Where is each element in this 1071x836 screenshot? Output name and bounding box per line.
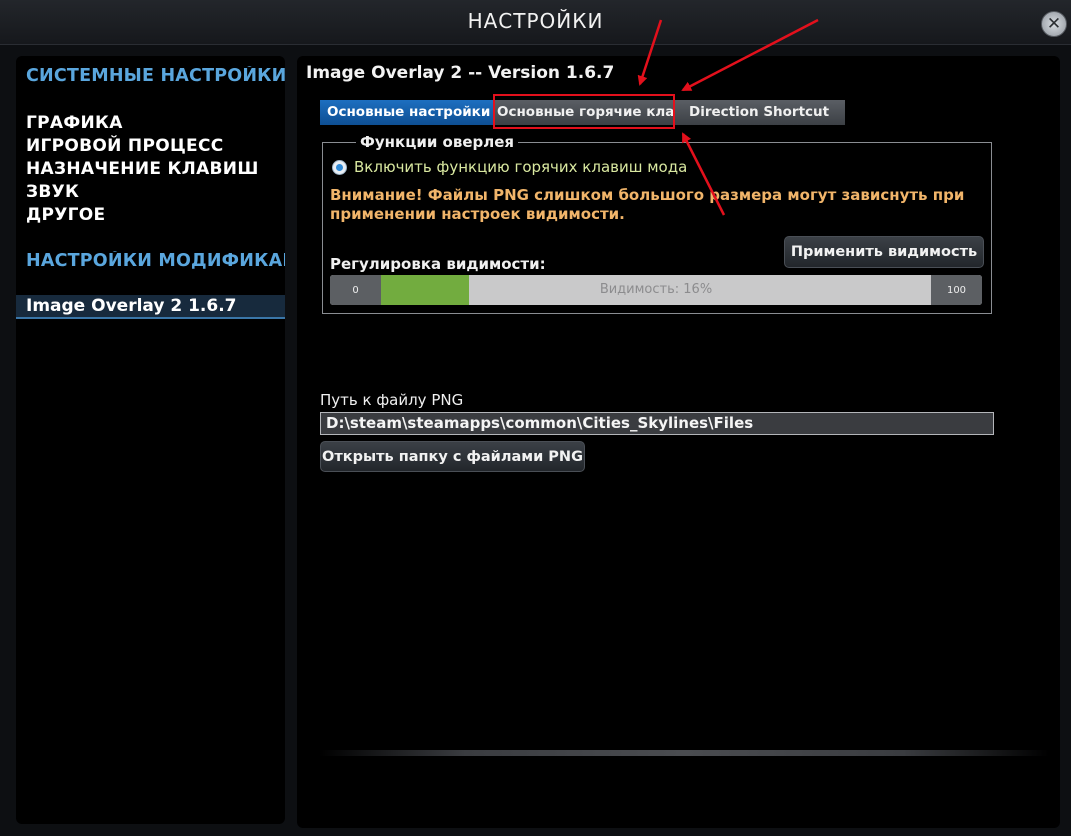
divider bbox=[319, 750, 1049, 756]
png-path-label: Путь к файлу PNG bbox=[320, 391, 464, 409]
overlay-functions-group: Функции оверлея Включить функцию горячих… bbox=[322, 133, 992, 314]
sidebar-header-mods[interactable]: НАСТРОЙКИ МОДИФИКАЦИЙ bbox=[26, 251, 285, 271]
slider-track[interactable]: Видимость: 16% bbox=[381, 275, 931, 305]
title-bar: НАСТРОЙКИ ✕ bbox=[0, 0, 1071, 45]
png-path-input[interactable]: D:\steam\steamapps\common\Cities_Skyline… bbox=[320, 412, 994, 435]
visibility-slider[interactable]: 0 Видимость: 16% 100 bbox=[330, 275, 982, 305]
visibility-label: Регулировка видимости: bbox=[330, 255, 546, 273]
sidebar-item-keymapping[interactable]: НАЗНАЧЕНИЕ КЛАВИШ bbox=[26, 159, 259, 179]
apply-visibility-button[interactable]: Применить видимость bbox=[784, 236, 984, 268]
warning-text: Внимание! Файлы PNG слишком большого раз… bbox=[330, 186, 965, 223]
open-png-folder-button[interactable]: Открыть папку с файлами PNG bbox=[320, 441, 585, 472]
page-title: Image Overlay 2 -- Version 1.6.7 bbox=[306, 63, 615, 83]
radio-label[interactable]: Включить функцию горячих клавиш мода bbox=[354, 158, 687, 176]
main-panel: Image Overlay 2 -- Version 1.6.7 Основны… bbox=[297, 56, 1060, 828]
sidebar-header-system[interactable]: СИСТЕМНЫЕ НАСТРОЙКИ bbox=[26, 66, 285, 86]
group-legend: Функции оверлея bbox=[356, 133, 519, 151]
slider-value-text: Видимость: 16% bbox=[599, 282, 713, 297]
sidebar-item-graphics[interactable]: ГРАФИКА bbox=[26, 113, 123, 133]
annotation-highlight-box bbox=[493, 94, 675, 129]
sidebar-item-audio[interactable]: ЗВУК bbox=[26, 182, 79, 202]
tab-general-settings[interactable]: Основные настройки bbox=[320, 100, 494, 125]
radio-icon[interactable] bbox=[332, 160, 347, 175]
sidebar-item-gameplay[interactable]: ИГРОВОЙ ПРОЦЕСС bbox=[26, 136, 224, 156]
tab-direction-shortcut[interactable]: Direction Shortcut bbox=[673, 100, 845, 125]
window-title: НАСТРОЙКИ bbox=[467, 9, 604, 33]
sidebar: СИСТЕМНЫЕ НАСТРОЙКИ ГРАФИКА ИГРОВОЙ ПРОЦ… bbox=[16, 56, 285, 824]
sidebar-item-misc[interactable]: ДРУГОЕ bbox=[26, 205, 105, 225]
sidebar-item-image-overlay[interactable]: Image Overlay 2 1.6.7 bbox=[16, 295, 285, 319]
slider-max-label: 100 bbox=[931, 275, 982, 305]
sidebar-item-label: Image Overlay 2 1.6.7 bbox=[26, 296, 237, 316]
slider-min-label: 0 bbox=[330, 275, 381, 305]
close-icon[interactable]: ✕ bbox=[1041, 11, 1067, 37]
